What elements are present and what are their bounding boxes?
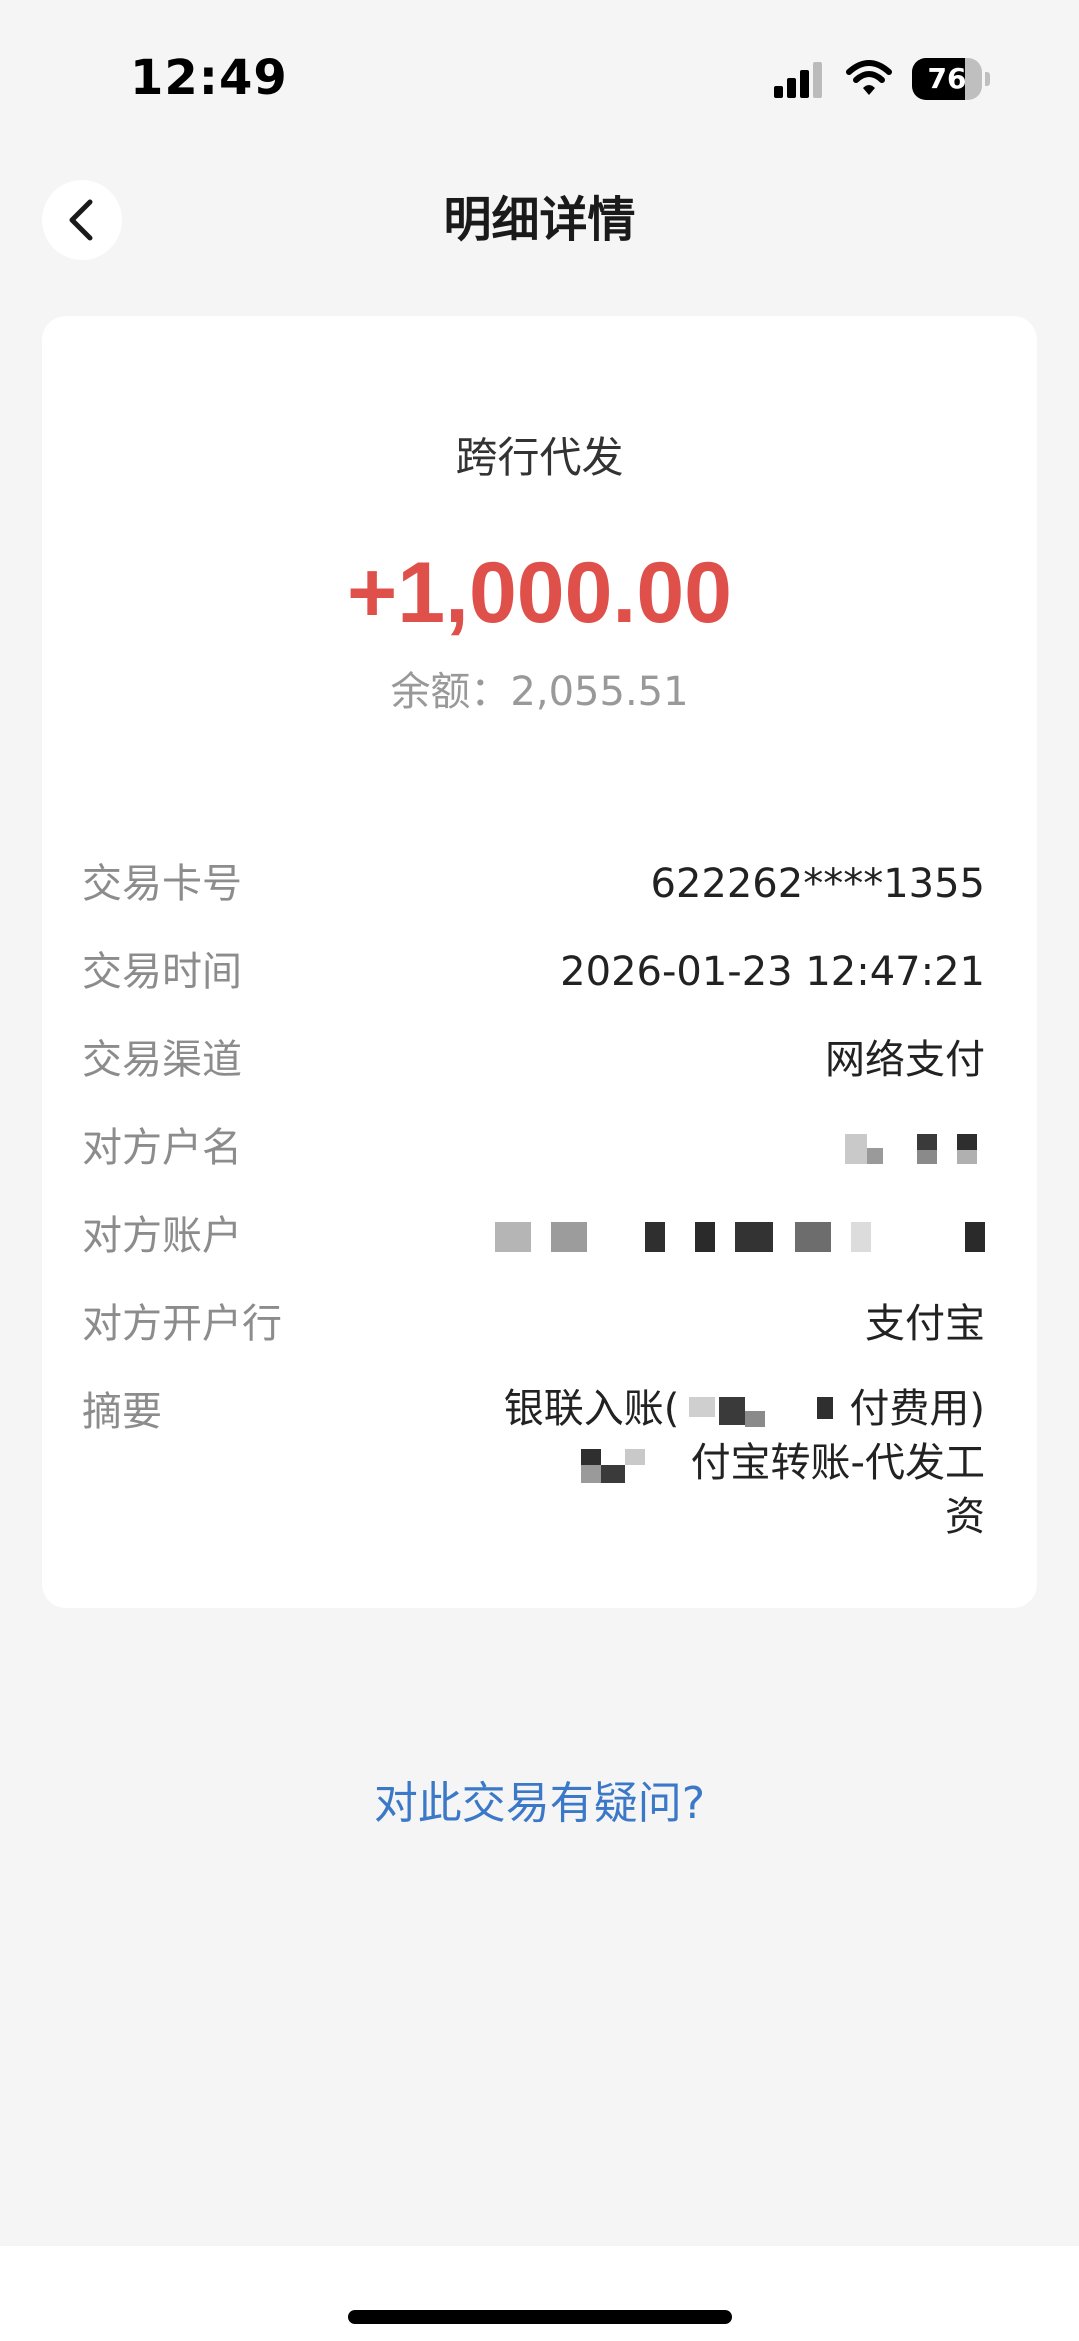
summary-line: 付宝转账-代发工: [425, 1436, 985, 1490]
battery-icon: 76: [912, 58, 990, 100]
summary-line: 资: [945, 1494, 985, 1540]
redacted-mosaic: [679, 1393, 849, 1429]
wifi-icon: [845, 58, 893, 98]
detail-row-time: 交易时间 2026-01-23 12:47:21: [42, 932, 1037, 1020]
cellular-signal-icon: [772, 60, 828, 100]
summary-part: 银联入账(: [503, 1386, 680, 1432]
row-label: 对方开户行: [82, 1301, 282, 1347]
battery-level: 76: [927, 62, 967, 95]
row-label: 交易渠道: [82, 1037, 242, 1083]
bottom-safe-area: [0, 2246, 1079, 2341]
row-label: 对方户名: [82, 1125, 242, 1171]
transaction-amount: +1,000.00: [347, 545, 732, 641]
chevron-left-icon: [69, 199, 93, 241]
row-value[interactable]: 网络支付: [825, 1030, 985, 1090]
battery-tip: [985, 72, 990, 86]
row-label: 摘要: [82, 1389, 162, 1435]
home-indicator[interactable]: [348, 2310, 732, 2324]
detail-row-card-number: 交易卡号 622262****1355: [42, 844, 1037, 932]
page-title: 明细详情: [443, 192, 636, 248]
balance-text: 余额：2,055.51: [390, 669, 689, 715]
row-value[interactable]: 支付宝: [865, 1294, 985, 1354]
detail-row-counterparty-bank: 对方开户行 支付宝: [42, 1284, 1037, 1372]
status-bar: 12:49 76: [0, 0, 1079, 150]
redacted-mosaic: [571, 1447, 691, 1483]
summary-value[interactable]: 银联入账( 付费用) 付宝转账-代发工 资: [425, 1382, 985, 1544]
detail-row-channel: 交易渠道 网络支付: [42, 1020, 1037, 1108]
detail-row-counterparty-name: 对方户名: [42, 1108, 1037, 1196]
nav-bar: 明细详情: [0, 160, 1079, 280]
transaction-detail-card: 跨行代发 +1,000.00 余额：2,055.51 交易卡号 622262**…: [42, 316, 1037, 1608]
transaction-question-link[interactable]: 对此交易有疑问?: [0, 1772, 1079, 1836]
summary-part: 付宝转账-代发工: [690, 1440, 985, 1486]
summary-part: 付费用): [849, 1386, 985, 1432]
transaction-type: 跨行代发: [455, 433, 624, 482]
back-button[interactable]: [42, 180, 122, 260]
row-value[interactable]: 2026-01-23 12:47:21: [560, 942, 985, 1002]
detail-rows: 交易卡号 622262****1355 交易时间 2026-01-23 12:4…: [42, 844, 1037, 1572]
battery-body: 76: [912, 58, 982, 100]
status-time: 12:49: [130, 50, 288, 106]
row-value[interactable]: 622262****1355: [651, 854, 986, 914]
row-label: 交易卡号: [82, 861, 242, 907]
detail-row-counterparty-account: 对方账户: [42, 1196, 1037, 1284]
redacted-mosaic: [495, 1222, 985, 1252]
row-label: 交易时间: [82, 949, 242, 995]
summary-line: 银联入账( 付费用): [425, 1382, 985, 1436]
detail-row-summary: 摘要 银联入账( 付费用) 付宝转账-代发工 资: [42, 1372, 1037, 1572]
row-label: 对方账户: [82, 1213, 242, 1259]
redacted-mosaic: [845, 1134, 985, 1164]
